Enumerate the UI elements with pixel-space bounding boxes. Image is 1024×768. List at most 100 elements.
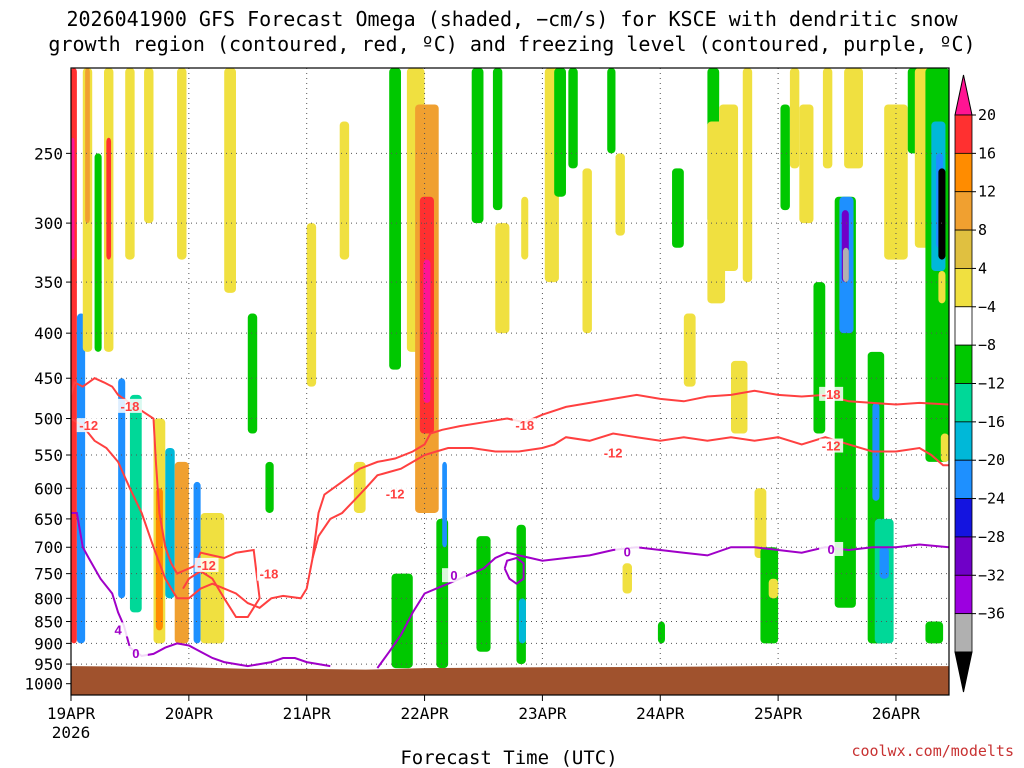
omega-cell [492,68,503,211]
colorbar-label: 8 [978,221,987,239]
omega-cell [521,196,529,260]
omega-cell [129,394,142,613]
x-year-label: 2026 [52,723,91,742]
y-tick-label: 550 [34,446,63,465]
omega-cell [607,68,616,154]
colorbar-label: −4 [978,298,996,316]
y-tick-label: 1000 [24,675,63,694]
x-tick-label: 23APR [518,704,567,723]
y-tick-label: 450 [34,369,63,388]
omega-cell [554,68,566,197]
colorbar-label: −36 [978,605,1005,623]
omega-cell [780,104,790,211]
omega-cell [125,68,135,260]
ground-surface [71,666,949,695]
omega-cell [925,621,944,644]
y-tick-label: 750 [34,565,63,584]
omega-cell [940,433,949,462]
omega-cell [672,168,684,248]
omega-cell [144,68,154,224]
y-tick-label: 800 [34,589,63,608]
colorbar-box [954,114,973,154]
colorbar-box [954,344,973,384]
contour-label: 0 [624,545,631,560]
omega-cell [389,68,401,370]
contour-label: -18 [121,399,140,414]
omega-cell [94,153,102,352]
omega-cell [719,104,739,271]
contour-label: -18 [260,567,279,582]
colorbar-box [954,613,973,653]
omega-cell [247,313,258,434]
colorbar-bottom-arrow [954,651,973,693]
colorbar-box [954,229,973,269]
omega-cell [224,68,236,293]
colorbar-label: −8 [978,336,996,354]
omega-cell [768,578,779,599]
x-tick-label: 20APR [165,704,214,723]
ground-fill [71,666,949,695]
colorbar-box [954,459,973,499]
contour-label: -18 [515,418,534,433]
chart-title-line-2: growth region (contoured, red, ºC) and f… [48,32,975,56]
y-tick-label: 300 [34,214,63,233]
forecast-chart: 2026041900 GFS Forecast Omega (shaded, −… [24,7,1014,768]
colorbar-label: 4 [978,259,987,277]
chart-title-line-1: 2026041900 GFS Forecast Omega (shaded, −… [66,7,958,31]
contour-label: 4 [115,622,123,637]
contour-label: 0 [450,568,457,583]
y-tick-label: 700 [34,538,63,557]
y-axis: 250 300 350 400 450 500 550 600 650 700 750 800 850 9… [24,144,71,694]
omega-cell [842,247,849,283]
omega-cell [165,447,175,599]
colorbar-box [954,421,973,461]
omega-cell [423,259,431,403]
omega-cell [495,223,510,334]
colorbar-box [954,191,973,231]
y-tick-label: 600 [34,479,63,498]
y-tick-label: 900 [34,634,63,653]
colorbar-label: 20 [978,106,996,124]
omega-cell [822,68,833,169]
y-tick-label: 650 [34,510,63,529]
x-tick-label: 19APR [47,704,96,723]
x-tick-label: 25APR [754,704,803,723]
omega-cell [339,121,350,260]
credit-text: coolwx.com/modelts [851,742,1014,760]
omega-cell [657,621,665,644]
colorbar-top-arrow [954,74,973,116]
contour-label: 0 [828,542,835,557]
omega-cell [174,461,189,644]
x-tick-label: 22APR [400,704,449,723]
y-tick-label: 950 [34,655,63,674]
colorbar-label: −20 [978,451,1005,469]
omega-cell [518,598,526,644]
x-tick-label: 26APR [872,704,921,723]
omega-cell [106,137,112,260]
omega-cell [265,461,274,513]
contour-label: -12 [604,446,623,461]
colorbar-label: 12 [978,183,996,201]
colorbar-label: 16 [978,144,996,162]
contour-label: -12 [822,439,841,454]
omega-cell [879,547,889,579]
omega-cell [813,282,826,434]
omega-cell [177,68,187,260]
omega-cell [442,461,447,548]
contour-label: 0 [132,646,139,661]
omega-cell [938,168,946,260]
omega-cell [730,360,748,434]
omega-cell [742,68,753,283]
omega-cell [874,518,894,644]
contour-label: -12 [197,558,216,573]
y-tick-label: 350 [34,273,63,292]
colorbar-box [954,574,973,615]
colorbar-box [954,268,973,308]
contour-label: -12 [79,418,98,433]
x-tick-label: 24APR [636,704,685,723]
omega-cell [85,68,90,224]
omega-cell [683,313,696,387]
omega-cell [471,68,484,224]
colorbar-label: −12 [978,375,1005,393]
colorbar-label: −16 [978,413,1005,431]
